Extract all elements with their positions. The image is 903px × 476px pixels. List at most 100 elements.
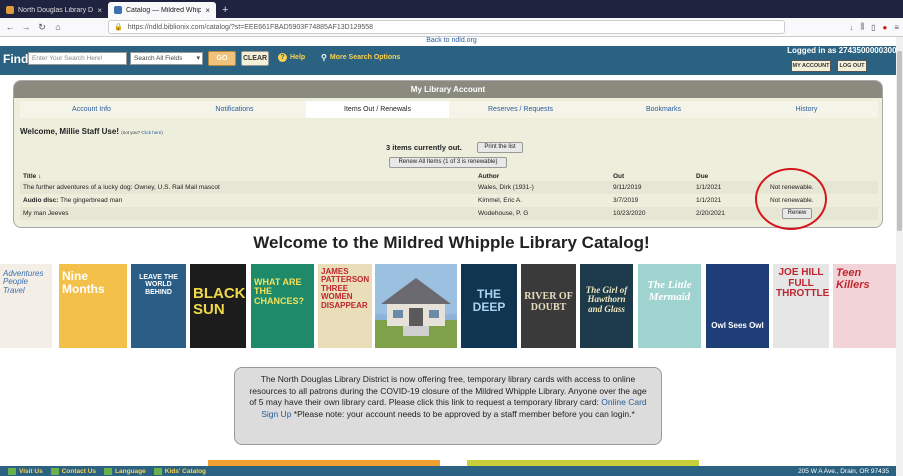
click-here-link[interactable]: Click here (141, 130, 161, 135)
table-row: The further adventures of a lucky dog: O… (20, 181, 878, 194)
covid-notice: The North Douglas Library District is no… (234, 367, 662, 445)
pinterest-icon[interactable]: ● (882, 23, 887, 32)
close-tab-icon[interactable]: × (205, 6, 210, 15)
tab-items-out-renewals[interactable]: Items Out / Renewals (306, 101, 449, 118)
notice-text: The North Douglas Library District is no… (249, 374, 647, 407)
logged-in-status: Logged in as 27435000003001 (787, 46, 901, 55)
tab-reserves-requests[interactable]: Reserves / Requests (449, 101, 592, 118)
my-library-account-panel: My Library Account Account Info Notifica… (13, 80, 883, 228)
book-cover-title: LEAVE THE WORLD BEHIND (139, 274, 178, 296)
welcome-text: Welcome, Millie Staff Use! (20, 127, 119, 136)
catalog-favicon-icon (114, 6, 122, 14)
envelope-icon (50, 467, 59, 475)
footer-link-visit-us[interactable]: Visit Us (8, 467, 43, 475)
item-author: Kimmel, Eric A. (478, 197, 523, 204)
book-cover-title: THE DEEP (472, 287, 506, 314)
map-icon (8, 467, 16, 475)
close-tab-icon[interactable]: × (97, 6, 102, 15)
footer-bar: Visit Us Contact Us Language Kids' Catal… (0, 466, 903, 476)
sort-arrow-icon: ↓ (38, 173, 42, 180)
clear-button[interactable]: CLEAR (241, 51, 269, 66)
panel-heading: My Library Account (14, 81, 882, 98)
item-author: Wodehouse, P. G (478, 210, 529, 217)
item-title[interactable]: The further adventures of a lucky dog: O… (23, 184, 220, 191)
new-tab-button[interactable]: + (216, 2, 234, 18)
find-bar: Find: Enter Your Search Here! Search All… (0, 46, 903, 75)
back-to-site-link[interactable]: Back to ndld.org (0, 37, 903, 46)
footer-link-kids-catalog[interactable]: Kids' Catalog (153, 467, 206, 475)
item-out-date: 9/11/2019 (613, 184, 642, 191)
tab-bookmarks[interactable]: Bookmarks (592, 101, 735, 118)
url-bar[interactable]: 🔒 https://ndld.biblionix.com/catalog/?st… (108, 20, 786, 34)
download-icon[interactable]: ↓ (849, 23, 853, 32)
book-cover-title: BLACK SUN (193, 285, 246, 318)
book-cover[interactable]: Adventures People Travel (0, 264, 52, 348)
item-title: The gingerbread man (60, 197, 123, 204)
site-favicon-icon (6, 6, 14, 14)
book-cover-title: The Little Mermaid (647, 279, 692, 303)
book-cover-title: WHAT ARE THE CHANCES? (254, 277, 305, 306)
tab-history[interactable]: History (735, 101, 878, 118)
browser-tab-label: North Douglas Library District (18, 6, 94, 14)
my-account-button[interactable]: MY ACCOUNT (791, 60, 831, 72)
book-cover[interactable]: The Girl of Hawthorn and Glass (580, 264, 633, 348)
tab-notifications[interactable]: Notifications (163, 101, 306, 118)
renew-all-button[interactable]: Renew All Items (1 of 3 is renewable) (389, 157, 507, 168)
footer-link-label: Contact Us (61, 467, 97, 475)
welcome-message: Welcome, Millie Staff Use! (not you? Cli… (20, 127, 163, 136)
page-scrollbar[interactable] (896, 37, 903, 476)
browser-tab-catalog[interactable]: Catalog — Mildred Whipple Li... × (108, 2, 216, 18)
lock-icon: 🔒 (114, 24, 123, 31)
item-out-date: 10/23/2020 (613, 210, 646, 217)
print-list-button[interactable]: Print the list (477, 142, 523, 153)
forward-arrow-icon[interactable]: → (20, 21, 32, 33)
url-text: ndld.biblionix.com/catalog/?st=EEE661FBA… (148, 23, 374, 31)
column-header-author: Author (478, 173, 500, 180)
book-cover[interactable]: Teen Killers (833, 264, 896, 348)
book-cover[interactable]: The Little Mermaid (638, 264, 701, 348)
reload-icon[interactable]: ↻ (36, 21, 48, 33)
browser-tab-bar: North Douglas Library District × Catalog… (0, 0, 903, 18)
log-out-button[interactable]: LOG OUT (837, 60, 867, 72)
book-cover[interactable]: THE DEEP (461, 264, 517, 348)
scrollbar-thumb[interactable] (897, 51, 902, 231)
item-out-date: 3/7/2019 (613, 197, 639, 204)
book-cover[interactable]: RIVER OF DOUBT (521, 264, 576, 348)
url-prefix: https:// (127, 23, 149, 31)
book-cover-title: Nine Months (62, 269, 105, 296)
library-address: 205 W A Ave., Drain, OR 97435 (798, 467, 889, 475)
browser-nav-bar: ← → ↻ ⌂ 🔒 https://ndld.biblionix.com/cat… (0, 18, 903, 37)
help-link[interactable]: ? Help (278, 53, 305, 62)
go-button[interactable]: GO (208, 51, 236, 66)
reader-icon[interactable]: ▯ (871, 23, 875, 32)
book-cover[interactable]: LEAVE THE WORLD BEHIND (131, 264, 186, 348)
column-header-due: Due (696, 173, 709, 180)
red-annotation-circle (755, 168, 827, 230)
item-title-cell[interactable]: Audio disc: The gingerbread man (23, 197, 122, 204)
library-icon[interactable]: ⫼ (860, 22, 864, 32)
book-cover[interactable]: Owl Sees Owl (706, 264, 769, 348)
book-cover[interactable]: Nine Months (59, 264, 127, 348)
book-cover[interactable]: JAMES PATTERSON THREE WOMEN DISAPPEAR (318, 264, 372, 348)
book-cover[interactable]: BLACK SUN (190, 264, 246, 348)
search-field-select[interactable]: Search All Fields (130, 52, 203, 65)
tab-account-info[interactable]: Account Info (20, 101, 163, 118)
search-input[interactable]: Enter Your Search Here! (28, 52, 127, 65)
book-cover-title: JAMES PATTERSON THREE WOMEN DISAPPEAR (321, 267, 370, 310)
more-search-options-link[interactable]: ⚲ More Search Options (321, 53, 400, 62)
item-author: Wales, Dirk (1931-) (478, 184, 534, 191)
item-title[interactable]: My man Jeeves (23, 210, 69, 217)
book-cover[interactable]: JOE HILL FULL THROTTLE (773, 264, 829, 348)
footer-link-label: Visit Us (19, 467, 43, 475)
back-arrow-icon[interactable]: ← (4, 21, 16, 33)
footer-link-contact-us[interactable]: Contact Us (50, 467, 97, 475)
home-icon[interactable]: ⌂ (52, 21, 64, 33)
notice-after-text: *Please note: your account needs to be a… (291, 408, 635, 419)
browser-tab-ndld[interactable]: North Douglas Library District × (0, 2, 108, 18)
book-cover-title: JOE HILL FULL THROTTLE (776, 267, 829, 299)
featured-covers-carousel: Adventures People Travel Nine Months LEA… (0, 264, 903, 348)
footer-link-language[interactable]: Language (104, 467, 146, 475)
menu-icon[interactable]: ≡ (894, 23, 899, 32)
book-cover[interactable]: WHAT ARE THE CHANCES? (251, 264, 314, 348)
column-header-title[interactable]: Title ↓ (23, 173, 41, 180)
